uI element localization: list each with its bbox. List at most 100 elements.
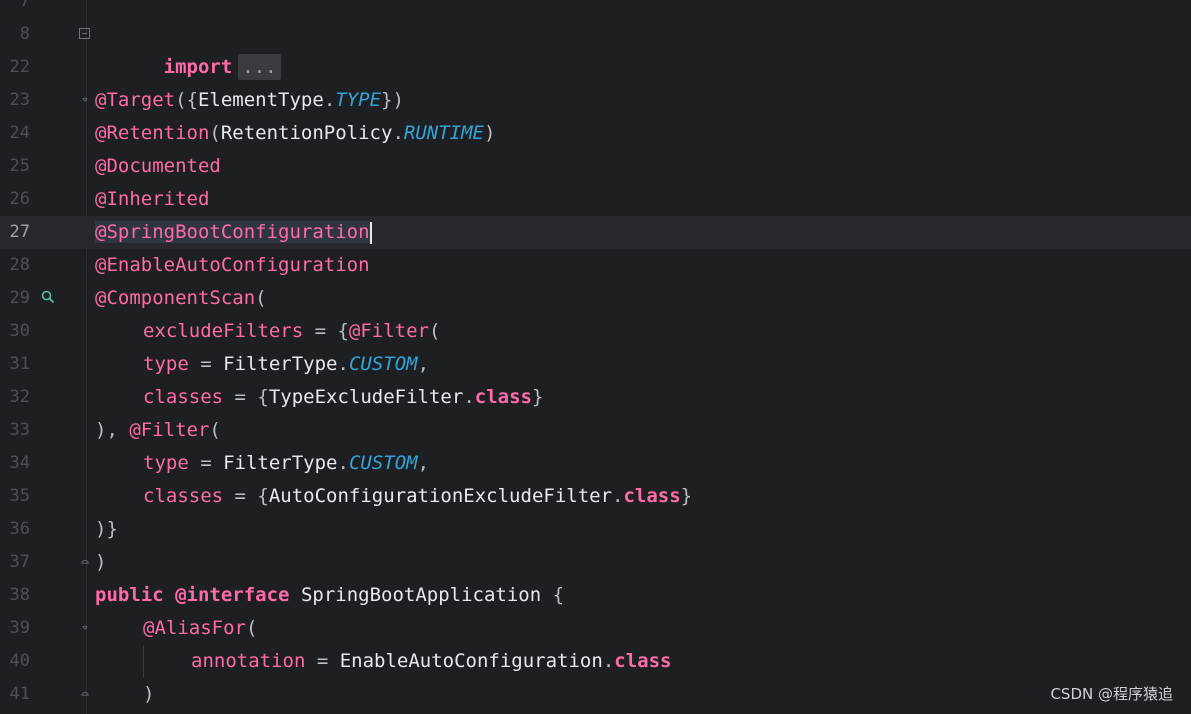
punctuation: {	[541, 584, 565, 606]
punctuation: (	[245, 617, 258, 639]
line-number: 34	[9, 453, 30, 473]
code-line[interactable]: 26 @Inherited	[0, 183, 1191, 216]
code-line[interactable]: 40 annotation = EnableAutoConfiguration.…	[0, 645, 1191, 678]
code-line[interactable]: 28 @EnableAutoConfiguration	[0, 249, 1191, 282]
line-number: 32	[9, 387, 30, 407]
attribute-name: type	[143, 452, 189, 474]
constant: CUSTOM	[348, 452, 418, 474]
punctuation: =	[188, 452, 224, 474]
code-editor[interactable]: 7 8 import... 22 23 ⌔ @Target({ElementTy…	[0, 0, 1191, 714]
line-number: 39	[9, 618, 30, 638]
line-number: 30	[9, 321, 30, 341]
code-line[interactable]: 25 @Documented	[0, 150, 1191, 183]
line-number: 22	[9, 57, 30, 77]
line-number: 26	[9, 189, 30, 209]
code-line[interactable]: 23 ⌔ @Target({ElementType.TYPE})	[0, 84, 1191, 117]
punctuation: ),	[95, 419, 130, 441]
punctuation: }	[680, 485, 693, 507]
identifier: RetentionPolicy	[220, 122, 393, 144]
punctuation: (	[209, 419, 221, 441]
code-line[interactable]: 35 classes = {AutoConfigurationExcludeFi…	[0, 480, 1191, 513]
punctuation: =	[305, 650, 340, 672]
line-number: 38	[9, 585, 30, 605]
code-line[interactable]: 34 type = FilterType.CUSTOM,	[0, 447, 1191, 480]
attribute-name: excludeFilters	[143, 320, 304, 342]
punctuation: .	[323, 89, 336, 111]
constant: RUNTIME	[403, 122, 484, 144]
code-line[interactable]: 37 ⌓ )	[0, 546, 1191, 579]
punctuation: )}	[95, 518, 118, 540]
identifier: AutoConfigurationExcludeFilter	[268, 485, 613, 507]
line-number: 25	[9, 156, 30, 176]
annotation: @Filter	[348, 320, 429, 342]
attribute-name: classes	[143, 485, 224, 507]
fold-icon[interactable]	[79, 28, 90, 39]
identifier: TypeExcludeFilter	[268, 386, 464, 408]
punctuation: )	[143, 683, 155, 705]
indent-guide	[143, 645, 144, 678]
annotation: @Retention	[95, 122, 210, 144]
keyword: @interface	[175, 584, 290, 606]
annotation: @ComponentScan	[95, 287, 256, 309]
code-line[interactable]: 41 ⌓ )	[0, 678, 1191, 711]
fold-start-icon[interactable]: ⌔	[79, 93, 91, 107]
punctuation: .	[392, 122, 404, 144]
code-line[interactable]: 30 excludeFilters = {@Filter(	[0, 315, 1191, 348]
code-line[interactable]: 22	[0, 51, 1191, 84]
punctuation: = {	[303, 320, 349, 342]
line-number: 36	[9, 519, 30, 539]
code-line[interactable]: 38 public @interface SpringBootApplicati…	[0, 579, 1191, 612]
code-line[interactable]: 33 ), @Filter(	[0, 414, 1191, 447]
line-number: 37	[9, 552, 30, 572]
code-line[interactable]: 24 @Retention(RetentionPolicy.RUNTIME)	[0, 117, 1191, 150]
attribute-name: annotation	[191, 650, 306, 672]
code-line[interactable]: 29 @ComponentScan(	[0, 282, 1191, 315]
fold-end-icon[interactable]: ⌓	[79, 687, 91, 701]
search-icon[interactable]	[40, 290, 56, 306]
identifier: EnableAutoConfiguration	[339, 650, 603, 672]
fold-end-icon[interactable]: ⌓	[79, 555, 91, 569]
line-number: 8	[19, 24, 30, 44]
identifier: FilterType	[223, 452, 338, 474]
punctuation: = {	[223, 386, 269, 408]
code-line[interactable]: 36 )}	[0, 513, 1191, 546]
annotation: @SpringBootConfiguration	[95, 221, 370, 243]
line-number: 31	[9, 354, 30, 374]
watermark: CSDN @程序猿追	[1050, 685, 1173, 703]
identifier: SpringBootApplication	[300, 584, 542, 606]
annotation: @Target	[95, 89, 176, 111]
code-line[interactable]: 8 import...	[0, 18, 1191, 80]
constant: CUSTOM	[348, 353, 418, 375]
line-number: 40	[9, 651, 30, 671]
line-number: 28	[9, 255, 30, 275]
line-number: 23	[9, 90, 30, 110]
punctuation: }	[531, 386, 544, 408]
punctuation: .	[337, 353, 349, 375]
line-number: 7	[19, 0, 30, 11]
keyword: public	[95, 584, 164, 606]
punctuation: .	[602, 650, 615, 672]
constant: TYPE	[335, 89, 382, 111]
annotation: @Filter	[129, 419, 210, 441]
text-caret	[369, 221, 372, 244]
code-line[interactable]: 7	[0, 0, 1191, 18]
punctuation: ,	[417, 452, 430, 474]
punctuation: (	[429, 320, 441, 342]
line-number: 41	[9, 684, 30, 704]
keyword: class	[623, 485, 681, 507]
punctuation: )	[483, 122, 496, 144]
code-line[interactable]: 31 type = FilterType.CUSTOM,	[0, 348, 1191, 381]
code-line[interactable]: 39 ⌔ @AliasFor(	[0, 612, 1191, 645]
line-number: 35	[9, 486, 30, 506]
annotation: @Documented	[95, 155, 221, 177]
punctuation: .	[612, 485, 624, 507]
code-line-current[interactable]: 27 @SpringBootConfiguration	[0, 216, 1191, 249]
code-line[interactable]: 32 classes = {TypeExcludeFilter.class}	[0, 381, 1191, 414]
punctuation: )	[95, 551, 107, 573]
fold-start-icon[interactable]: ⌔	[79, 621, 91, 635]
annotation: @Inherited	[95, 188, 210, 210]
line-number: 24	[9, 123, 30, 143]
keyword: class	[614, 650, 672, 672]
punctuation: ,	[417, 353, 430, 375]
punctuation: .	[463, 386, 475, 408]
